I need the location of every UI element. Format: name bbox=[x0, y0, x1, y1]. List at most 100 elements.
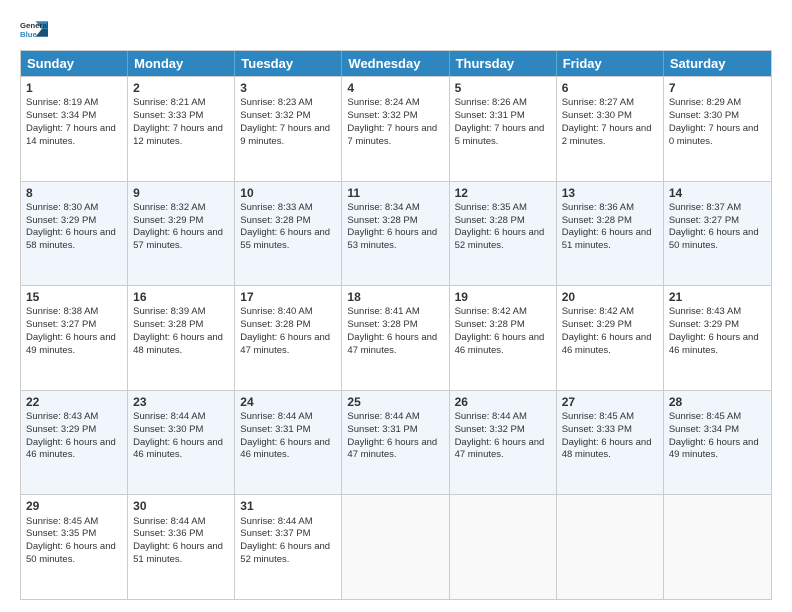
sunrise: Sunrise: 8:43 AM bbox=[26, 411, 98, 422]
sunrise: Sunrise: 8:44 AM bbox=[133, 516, 205, 527]
day-number: 17 bbox=[240, 289, 336, 305]
cal-cell: 2Sunrise: 8:21 AM Sunset: 3:33 PM Daylight… bbox=[128, 77, 235, 181]
svg-text:Blue: Blue bbox=[20, 30, 38, 39]
sunrise: Sunrise: 8:29 AM bbox=[669, 97, 741, 108]
sunrise: Sunrise: 8:35 AM bbox=[455, 202, 527, 213]
daylight: Daylight: 7 hours and 7 minutes. bbox=[347, 123, 437, 147]
cal-cell: 22Sunrise: 8:43 AMSunset: 3:29 PMDayligh… bbox=[21, 391, 128, 495]
calendar: SundayMondayTuesdayWednesdayThursdayFrid… bbox=[20, 50, 772, 600]
sunrise: Sunrise: 8:44 AM bbox=[455, 411, 527, 422]
sunrise: Sunrise: 8:39 AM bbox=[133, 306, 205, 317]
sunset: Sunset: 3:28 PM bbox=[133, 319, 203, 330]
cal-cell bbox=[664, 495, 771, 599]
daylight: Daylight: 6 hours and 46 minutes. bbox=[26, 437, 116, 461]
cal-cell: 3Sunrise: 8:23 AMSunset: 3:32 PMDaylight… bbox=[235, 77, 342, 181]
daylight: Daylight: 6 hours and 46 minutes. bbox=[240, 437, 330, 461]
sunset: Sunset: 3:30 PM bbox=[562, 110, 632, 121]
day-number: 30 bbox=[133, 498, 229, 514]
daylight: Daylight: 6 hours and 47 minutes. bbox=[347, 437, 437, 461]
daylight: Daylight: 6 hours and 55 minutes. bbox=[240, 227, 330, 251]
day-number: 16 bbox=[133, 289, 229, 305]
sunset: Sunset: 3:28 PM bbox=[240, 215, 310, 226]
cal-cell: 14Sunrise: 8:37 AMSunset: 3:27 PMDayligh… bbox=[664, 182, 771, 286]
day-number: 3 bbox=[240, 80, 336, 96]
cal-row: 1Sunrise: 8:19 AMSunset: 3:34 PMDaylight… bbox=[21, 76, 771, 181]
sunset: Sunset: 3:33 PM bbox=[133, 110, 203, 121]
sunrise: Sunrise: 8:21 AM bbox=[133, 97, 205, 108]
sunrise: Sunrise: 8:36 AM bbox=[562, 202, 634, 213]
day-number: 6 bbox=[562, 80, 658, 96]
cal-cell bbox=[450, 495, 557, 599]
sunrise: Sunrise: 8:44 AM bbox=[240, 516, 312, 527]
day-number: 26 bbox=[455, 394, 551, 410]
cal-cell: 5Sunrise: 8:26 AMSunset: 3:31 PMDaylight… bbox=[450, 77, 557, 181]
cal-cell: 11Sunrise: 8:34 AMSunset: 3:28 PMDayligh… bbox=[342, 182, 449, 286]
daylight: Daylight: 6 hours and 48 minutes. bbox=[133, 332, 223, 356]
daylight: Daylight: 6 hours and 46 minutes. bbox=[562, 332, 652, 356]
day-number: 24 bbox=[240, 394, 336, 410]
cal-cell: 23Sunrise: 8:44 AMSunset: 3:30 PMDayligh… bbox=[128, 391, 235, 495]
cal-cell: 21Sunrise: 8:43 AMSunset: 3:29 PMDayligh… bbox=[664, 286, 771, 390]
sunset: Sunset: 3:30 PM bbox=[133, 424, 203, 435]
sunrise: Sunrise: 8:32 AM bbox=[133, 202, 205, 213]
day-number: 10 bbox=[240, 185, 336, 201]
day-number: 22 bbox=[26, 394, 122, 410]
sunset: Sunset: 3:33 PM bbox=[562, 424, 632, 435]
cal-header-cell: Tuesday bbox=[235, 51, 342, 76]
sunrise: Sunrise: 8:45 AM bbox=[562, 411, 634, 422]
sunrise: Sunrise: 8:45 AM bbox=[669, 411, 741, 422]
daylight: Daylight: 6 hours and 47 minutes. bbox=[455, 437, 545, 461]
page: General Blue SundayMondayTuesdayWednesda… bbox=[0, 0, 792, 612]
cal-cell: 13Sunrise: 8:36 AMSunset: 3:28 PMDayligh… bbox=[557, 182, 664, 286]
day-number: 28 bbox=[669, 394, 766, 410]
day-number: 18 bbox=[347, 289, 443, 305]
cal-cell: 31Sunrise: 8:44 AMSunset: 3:37 PMDayligh… bbox=[235, 495, 342, 599]
sunset: Sunset: 3:30 PM bbox=[669, 110, 739, 121]
cal-cell bbox=[342, 495, 449, 599]
cal-header-cell: Saturday bbox=[664, 51, 771, 76]
cal-cell: 24Sunrise: 8:44 AMSunset: 3:31 PMDayligh… bbox=[235, 391, 342, 495]
daylight: Daylight: 6 hours and 46 minutes. bbox=[133, 437, 223, 461]
sunset: Sunset: 3:36 PM bbox=[133, 528, 203, 539]
day-number: 31 bbox=[240, 498, 336, 514]
daylight: Daylight: 7 hours and 0 minutes. bbox=[669, 123, 759, 147]
sunset: Sunset: 3:37 PM bbox=[240, 528, 310, 539]
cal-row: 15Sunrise: 8:38 AMSunset: 3:27 PMDayligh… bbox=[21, 285, 771, 390]
cal-row: 8Sunrise: 8:30 AMSunset: 3:29 PMDaylight… bbox=[21, 181, 771, 286]
calendar-header: SundayMondayTuesdayWednesdayThursdayFrid… bbox=[21, 51, 771, 76]
cal-cell: 16Sunrise: 8:39 AM Sunset: 3:28 PM Dayligh… bbox=[128, 286, 235, 390]
sunrise: Sunrise: 8:45 AM bbox=[26, 516, 98, 527]
day-number: 9 bbox=[133, 185, 229, 201]
daylight: Daylight: 6 hours and 46 minutes. bbox=[455, 332, 545, 356]
day-number: 2 bbox=[133, 80, 229, 96]
sunset: Sunset: 3:29 PM bbox=[133, 215, 203, 226]
day-number: 20 bbox=[562, 289, 658, 305]
daylight: Daylight: 6 hours and 50 minutes. bbox=[26, 541, 116, 565]
cal-cell: 17Sunrise: 8:40 AMSunset: 3:28 PMDayligh… bbox=[235, 286, 342, 390]
daylight: Daylight: 6 hours and 52 minutes. bbox=[455, 227, 545, 251]
cal-header-cell: Wednesday bbox=[342, 51, 449, 76]
sunrise: Sunrise: 8:37 AM bbox=[669, 202, 741, 213]
day-number: 29 bbox=[26, 498, 122, 514]
sunset: Sunset: 3:27 PM bbox=[26, 319, 96, 330]
sunrise: Sunrise: 8:19 AM bbox=[26, 97, 98, 108]
logo-icon: General Blue bbox=[20, 18, 48, 40]
cal-header-cell: Friday bbox=[557, 51, 664, 76]
daylight: Daylight: 6 hours and 49 minutes. bbox=[669, 437, 759, 461]
daylight: Daylight: 6 hours and 47 minutes. bbox=[347, 332, 437, 356]
sunset: Sunset: 3:31 PM bbox=[455, 110, 525, 121]
day-number: 1 bbox=[26, 80, 122, 96]
cal-cell: 15Sunrise: 8:38 AMSunset: 3:27 PMDayligh… bbox=[21, 286, 128, 390]
cal-cell: 28Sunrise: 8:45 AMSunset: 3:34 PMDayligh… bbox=[664, 391, 771, 495]
cal-cell: 1Sunrise: 8:19 AMSunset: 3:34 PMDaylight… bbox=[21, 77, 128, 181]
logo: General Blue bbox=[20, 18, 48, 40]
daylight: Daylight: 6 hours and 51 minutes. bbox=[133, 541, 223, 565]
sunrise: Sunrise: 8:30 AM bbox=[26, 202, 98, 213]
svg-text:General: General bbox=[20, 21, 48, 30]
daylight: Daylight: 7 hours and 12 minutes. bbox=[133, 123, 223, 147]
sunrise: Sunrise: 8:38 AM bbox=[26, 306, 98, 317]
daylight: Daylight: 6 hours and 46 minutes. bbox=[669, 332, 759, 356]
daylight: Daylight: 7 hours and 2 minutes. bbox=[562, 123, 652, 147]
day-number: 27 bbox=[562, 394, 658, 410]
day-number: 19 bbox=[455, 289, 551, 305]
